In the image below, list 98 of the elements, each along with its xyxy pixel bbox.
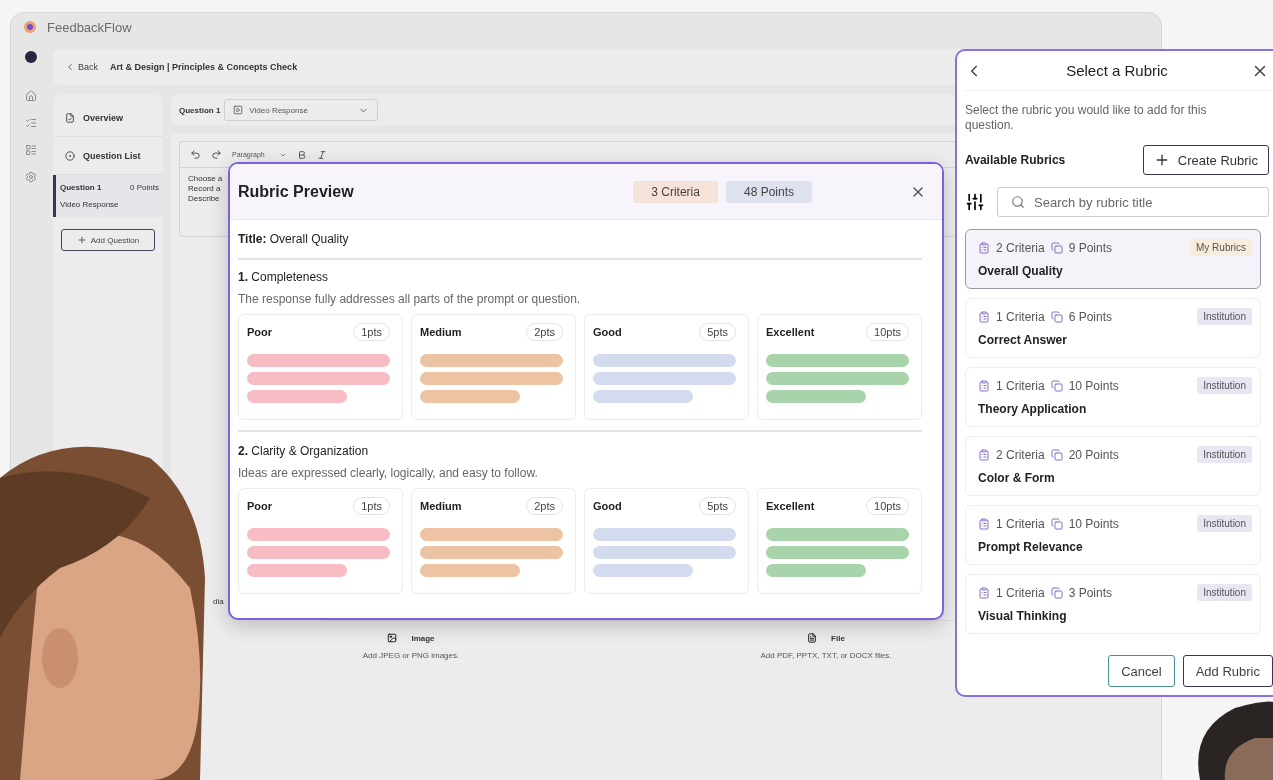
- panel-description: Select the rubric you would like to add for this question.: [965, 103, 1208, 133]
- rubric-name: Color & Form: [978, 471, 1056, 485]
- points-count: 3 Points: [1068, 585, 1113, 600]
- italic-icon[interactable]: [316, 149, 327, 160]
- attachment-title[interactable]: File: [831, 633, 845, 643]
- target-icon: [65, 150, 75, 161]
- search-field[interactable]: Search by rubric title: [997, 187, 1269, 217]
- criteria-count: 2 Criteria: [996, 240, 1045, 255]
- editor-text-line: Record a: [188, 184, 221, 193]
- level-name: Poor: [247, 500, 273, 512]
- document-icon: [65, 112, 75, 123]
- app-logo: [23, 20, 37, 34]
- bold-icon[interactable]: [296, 149, 307, 160]
- side-nav-item[interactable]: Overview: [53, 99, 163, 137]
- plus-icon: [76, 235, 87, 245]
- criteria-count: 1 Criteria: [996, 309, 1045, 324]
- editor-text-line: Choose a: [188, 174, 223, 183]
- level-name: Good: [593, 326, 622, 338]
- points-count: 6 Points: [1068, 309, 1113, 324]
- panel-title: Select a Rubric: [1066, 62, 1168, 79]
- rubric-card[interactable]: 1 Criteria 3 Points Institution Visual Thinking: [965, 574, 1261, 634]
- criterion-name: 2. Clarity & Organization: [238, 444, 370, 458]
- points-count: 20 Points: [1068, 447, 1119, 462]
- add-rubric-button[interactable]: Add Rubric: [1182, 655, 1273, 687]
- clipboard-icon: [978, 586, 990, 599]
- filter-icon[interactable]: [965, 192, 985, 212]
- clipboard-icon: [978, 448, 990, 461]
- checklist-icon[interactable]: [25, 117, 37, 129]
- home-icon[interactable]: [25, 90, 37, 102]
- attachment-hint: Add PDF, PPTX, TXT, or DOCX files.: [760, 651, 892, 660]
- rubric-card[interactable]: 2 Criteria 20 Points Institution Color & Form: [965, 436, 1261, 496]
- question-type-select[interactable]: Video Response: [224, 99, 379, 121]
- points-count: 10 Points: [1068, 516, 1119, 531]
- rubric-name: Visual Thinking: [978, 609, 1068, 623]
- source-tag: Institution: [1197, 377, 1252, 394]
- source-tag: Institution: [1197, 308, 1252, 325]
- cancel-button[interactable]: Cancel: [1108, 655, 1175, 687]
- source-tag: Institution: [1197, 515, 1252, 532]
- points-icon: [1050, 310, 1063, 323]
- points-tag: 48 Points: [725, 180, 812, 203]
- clipboard-icon: [978, 517, 990, 530]
- points-icon: [1050, 517, 1063, 530]
- dialog-title: Rubric Preview: [238, 182, 355, 201]
- chevron-left-icon: [65, 62, 75, 72]
- clipboard-icon: [978, 379, 990, 392]
- rubric-card[interactable]: 1 Criteria 10 Points Institution Prompt Relevance: [965, 505, 1261, 565]
- section-label: Available Rubrics: [965, 153, 1066, 167]
- source-tag: Institution: [1197, 584, 1252, 601]
- rubric-name: Theory Application: [978, 402, 1088, 416]
- level-name: Medium: [420, 326, 462, 338]
- attachment-hint: Add JPEG or PNG images.: [362, 651, 460, 660]
- level-name: Excellent: [766, 500, 815, 512]
- question-label: Question 1: [179, 105, 221, 115]
- source-tag: Institution: [1197, 446, 1252, 463]
- level-name: Medium: [420, 500, 462, 512]
- level-name: Poor: [247, 326, 273, 338]
- rubric-name: Overall Quality: [978, 264, 1064, 278]
- list-icon[interactable]: [25, 144, 37, 156]
- rubric-card[interactable]: 1 Criteria 10 Points Institution Theory Application: [965, 367, 1261, 427]
- points-icon: [1050, 241, 1063, 254]
- points-icon: [1050, 379, 1063, 392]
- points-icon: [1050, 586, 1063, 599]
- app-name: FeedbackFlow: [47, 19, 132, 35]
- add-question-button[interactable]: Add Question: [61, 229, 155, 251]
- clipboard-icon: [978, 310, 990, 323]
- rubric-name: Prompt Relevance: [978, 540, 1084, 554]
- editor-text-line: Describe: [188, 194, 220, 203]
- criterion-description: The response fully addresses all parts of the prompt or question.: [238, 292, 582, 306]
- rubric-card[interactable]: 1 Criteria 6 Points Institution Correct Answer: [965, 298, 1261, 358]
- question-item[interactable]: Question 1 0 Points Video Response: [53, 175, 163, 217]
- rubric-title: Title: Overall Quality: [238, 232, 922, 260]
- file-icon: [807, 633, 818, 643]
- criteria-count-tag: 3 Criteria: [633, 180, 718, 203]
- breadcrumb-text: Art & Design | Principles & Concepts Check: [110, 62, 298, 72]
- points-icon: [1050, 448, 1063, 461]
- criterion-name: 1. Completeness: [238, 270, 330, 284]
- redo-icon[interactable]: [211, 149, 222, 160]
- source-tag: My Rubrics: [1190, 239, 1252, 256]
- criteria-count: 1 Criteria: [996, 585, 1045, 600]
- criteria-count: 1 Criteria: [996, 516, 1045, 531]
- points-count: 10 Points: [1068, 378, 1119, 393]
- criteria-count: 1 Criteria: [996, 378, 1045, 393]
- image-icon: [387, 633, 398, 643]
- rubric-name: Correct Answer: [978, 333, 1068, 347]
- back-link[interactable]: Back: [65, 62, 98, 72]
- level-name: Excellent: [766, 326, 815, 338]
- level-name: Good: [593, 500, 622, 512]
- video-icon: [233, 105, 244, 115]
- create-rubric-button[interactable]: Create Rubric: [1142, 145, 1269, 175]
- criteria-count: 2 Criteria: [996, 447, 1045, 462]
- partial-label: dia: [213, 597, 225, 606]
- undo-icon[interactable]: [190, 149, 201, 160]
- clipboard-icon: [978, 241, 990, 254]
- attachment-title[interactable]: Image: [411, 633, 435, 643]
- rubric-card[interactable]: 2 Criteria 9 Points My Rubrics Overall Quality: [965, 229, 1261, 289]
- search-icon: [1011, 195, 1025, 209]
- criterion-description: Ideas are expressed clearly, logically, and easy to follow.: [238, 466, 539, 480]
- points-count: 9 Points: [1068, 240, 1113, 255]
